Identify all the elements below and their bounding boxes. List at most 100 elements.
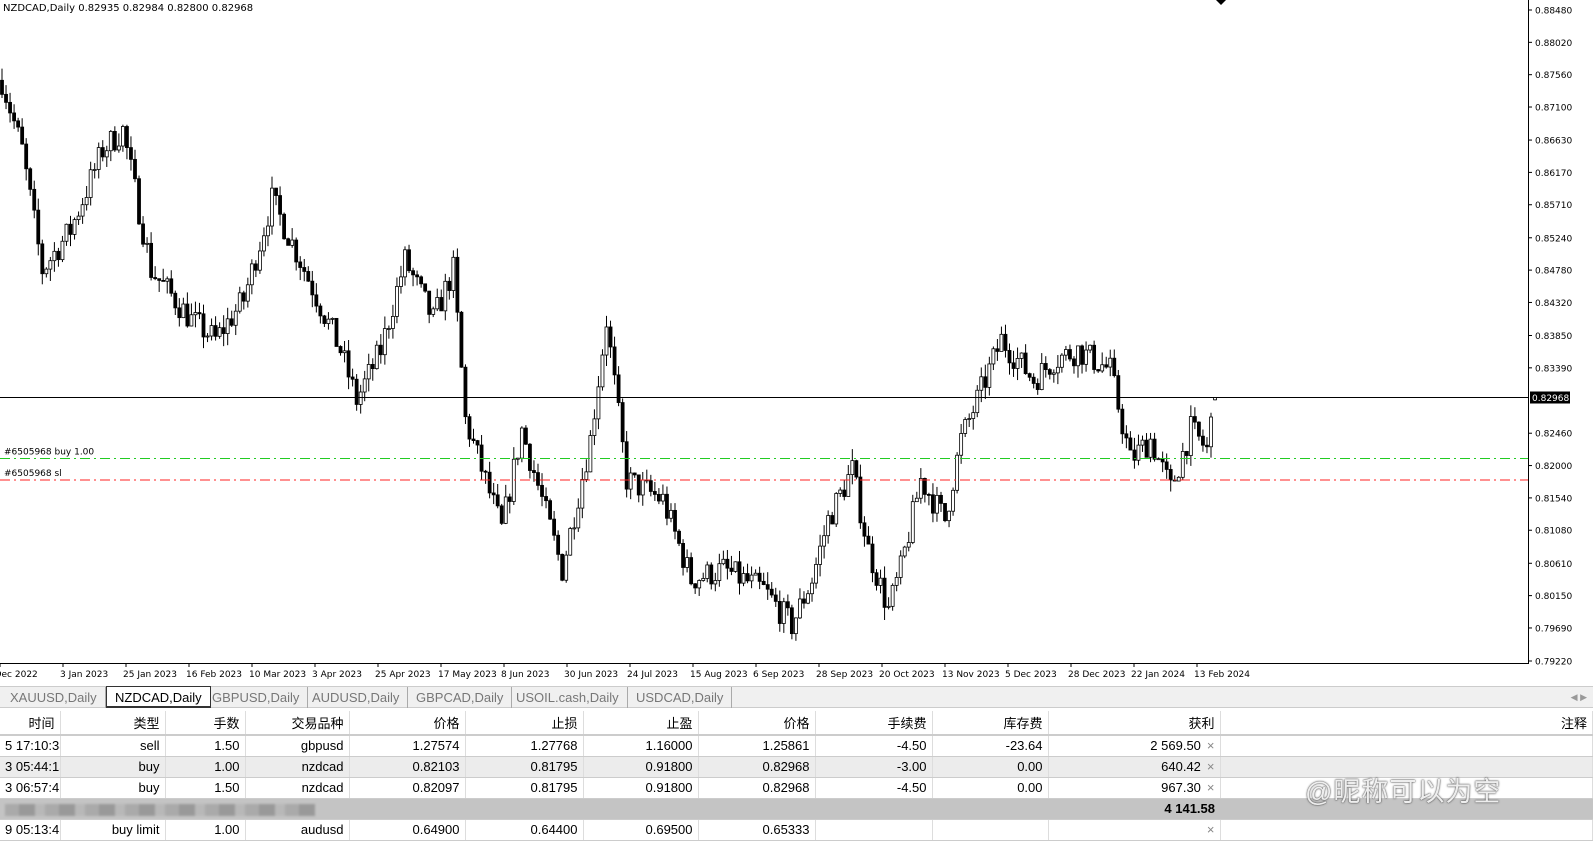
candle-body: [318, 305, 323, 317]
column-header[interactable]: 止损: [465, 711, 584, 736]
candle-body: [48, 260, 53, 270]
candle-body: [20, 126, 25, 145]
close-order-icon[interactable]: ×: [1207, 822, 1215, 837]
column-header[interactable]: 交易品种: [245, 711, 350, 736]
candle-body: [1023, 352, 1028, 375]
column-header[interactable]: 类型: [60, 711, 166, 736]
candle-body: [116, 145, 121, 151]
candle-body: [733, 561, 738, 572]
candle-body: [1068, 349, 1072, 360]
candle-body: [636, 474, 641, 496]
candle-body: [515, 457, 520, 460]
chart-tab[interactable]: GBPUSD,Daily: [204, 687, 309, 708]
candle-body: [282, 213, 287, 240]
candle-body: [262, 235, 266, 252]
candle-body: [209, 325, 214, 337]
date-tick-label: 3 Apr 2023: [312, 670, 362, 680]
chart-tab[interactable]: NZDCAD,Daily: [106, 686, 211, 708]
candle-body: [773, 594, 778, 602]
candle-body: [1160, 458, 1165, 463]
candle-body: [1051, 372, 1056, 375]
candle-body: [737, 561, 742, 584]
candle-body: [358, 391, 363, 405]
candle-body: [854, 460, 859, 478]
candle-body: [858, 476, 863, 524]
close-order-icon[interactable]: ×: [1207, 759, 1215, 774]
candle-body: [761, 580, 766, 585]
column-header[interactable]: 手续费: [815, 711, 933, 736]
candle-body: [1059, 354, 1064, 368]
candle-body: [181, 303, 186, 319]
table-cell: nzdcad: [245, 777, 350, 799]
candle-body: [403, 249, 407, 278]
price-tick-label: 0.85240: [1535, 234, 1572, 244]
table-cell: 0.64400: [465, 819, 584, 841]
candle-body: [334, 317, 339, 347]
candle-body: [632, 472, 637, 476]
candle-body: [1108, 357, 1113, 368]
candle-body: [1120, 408, 1125, 435]
candle-body: [842, 489, 847, 497]
table-cell: 1.25861: [698, 735, 816, 757]
candle-body: [80, 204, 85, 217]
candle-body: [149, 242, 154, 278]
candle-body: [1156, 458, 1161, 461]
table-cell: 0.91800: [583, 756, 699, 778]
candle-body: [898, 555, 903, 578]
candle-body: [604, 326, 609, 356]
close-order-icon[interactable]: ×: [1207, 738, 1215, 753]
table-row[interactable]: 5 17:10:33sell1.50gbpusd1.275741.277681.…: [0, 735, 1593, 757]
chart-tab[interactable]: AUDUSD,Daily: [304, 687, 409, 708]
candle-body: [431, 308, 436, 315]
candle-body: [374, 344, 379, 370]
column-header[interactable]: 注释: [1220, 711, 1593, 736]
table-row[interactable]: 9 05:13:45buy limit1.00audusd0.649000.64…: [0, 819, 1593, 841]
candle-body: [471, 438, 476, 441]
price-chart[interactable]: 0.88480 0.88020 0.87560 0.87100 0.86630 0.861…: [0, 0, 1593, 684]
candle-body: [237, 292, 242, 312]
chart-tab[interactable]: USOIL.cash,Daily: [508, 687, 628, 708]
column-header[interactable]: 时间: [0, 711, 61, 736]
chart-tab[interactable]: GBPCAD,Daily: [408, 687, 513, 708]
table-cell: 0.91800: [583, 777, 699, 799]
table-cell: 0.82097: [349, 777, 466, 799]
close-order-icon[interactable]: ×: [1207, 780, 1215, 795]
candle-body: [866, 535, 871, 545]
candle-body: [286, 238, 291, 246]
table-cell: 1.27574: [349, 735, 466, 757]
candle-body: [886, 605, 891, 608]
candle-body: [918, 478, 923, 499]
candle-body: [999, 333, 1004, 352]
candle-body: [104, 150, 109, 158]
table-cell: [1220, 735, 1593, 757]
price-tick-label: 0.81540: [1535, 494, 1572, 504]
candle-body: [697, 580, 702, 589]
candle-body: [1112, 357, 1117, 377]
price-tick-label: 0.82460: [1535, 430, 1572, 440]
candle-body: [1015, 358, 1020, 369]
chart-tab[interactable]: XAUUSD,Daily: [2, 687, 106, 708]
date-tick-label: 24 Jul 2023: [627, 670, 678, 680]
table-cell: nzdcad: [245, 756, 350, 778]
candle-body: [826, 515, 831, 537]
candle-body: [874, 572, 879, 586]
column-header[interactable]: 手数: [165, 711, 246, 736]
candle-body: [40, 243, 45, 275]
candle-body: [1152, 438, 1157, 460]
column-header[interactable]: 价格: [698, 711, 816, 736]
column-header[interactable]: 价格: [349, 711, 466, 736]
date-tick-label: 25 Jan 2023: [123, 670, 177, 680]
tab-scroll-arrows[interactable]: ◀ ▶: [1571, 687, 1587, 708]
column-header[interactable]: 止盈: [583, 711, 699, 736]
table-cell: 640.42 ×: [1048, 756, 1221, 778]
column-header[interactable]: 库存费: [932, 711, 1049, 736]
candle-body: [1072, 358, 1076, 367]
column-header[interactable]: 获利: [1048, 711, 1221, 736]
price-tick-label: 0.80150: [1535, 592, 1572, 602]
candle-body: [12, 112, 16, 122]
chart-tab[interactable]: USDCAD,Daily: [628, 687, 733, 708]
candle-body: [322, 315, 327, 324]
candle-body: [1092, 344, 1097, 370]
candle-body: [1100, 364, 1105, 372]
candle-body: [1148, 438, 1153, 458]
